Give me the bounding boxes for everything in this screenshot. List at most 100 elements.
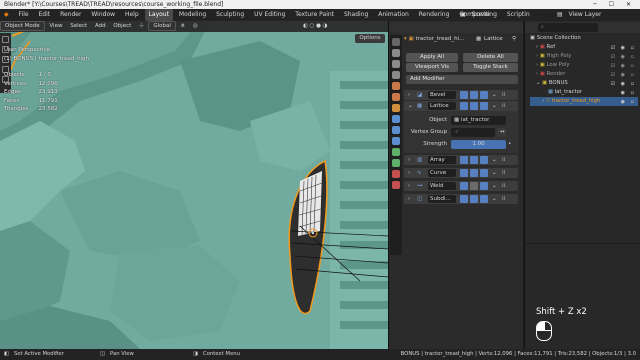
menu-edit[interactable]: Edit bbox=[35, 9, 55, 21]
snap-icon[interactable]: ⋔ bbox=[178, 21, 189, 32]
realtime-icon[interactable] bbox=[470, 156, 478, 164]
modifier-weld[interactable]: › ⊶ Weld ⌄ ⁞⁞ bbox=[404, 181, 518, 191]
toggle-stack-button[interactable]: Toggle Stack bbox=[463, 63, 518, 72]
outliner-item[interactable]: ⌄ ▣ BONUS ☑ ◉ ▫ bbox=[530, 79, 638, 88]
outliner-item[interactable]: ▦ lat_tractor ◉ ▫ bbox=[530, 88, 638, 97]
options-button[interactable]: Options bbox=[355, 34, 385, 43]
modifier-name[interactable]: Curve bbox=[428, 169, 456, 177]
drag-handle-icon[interactable]: ⁞⁞ bbox=[502, 155, 506, 165]
view-layer-tab-icon[interactable] bbox=[392, 71, 400, 79]
object-tab-icon[interactable] bbox=[392, 104, 400, 112]
tab-layout[interactable]: Layout bbox=[144, 9, 173, 21]
render-icon[interactable] bbox=[480, 102, 488, 110]
shading-modes[interactable]: ◐ ○ ● ◑ bbox=[300, 21, 330, 32]
outliner-item[interactable]: › ▣ Ref ☑ ◉ ▫ bbox=[530, 43, 638, 52]
outliner-item[interactable]: › ▣ Render ☑ ◉ ▫ bbox=[530, 70, 638, 79]
menu-render[interactable]: Render bbox=[56, 9, 85, 21]
constraints-tab-icon[interactable] bbox=[392, 148, 400, 156]
dropdown-icon[interactable]: ⌄ bbox=[492, 181, 497, 191]
lattice-object-field[interactable]: ▦ lat_tractor bbox=[451, 116, 506, 125]
tab-modeling[interactable]: Modeling bbox=[175, 9, 210, 21]
render-icon[interactable] bbox=[480, 91, 488, 99]
realtime-icon[interactable] bbox=[470, 102, 478, 110]
tab-texture-paint[interactable]: Texture Paint bbox=[291, 9, 338, 21]
proportional-edit-icon[interactable]: ◎ bbox=[190, 21, 201, 32]
edit-mode-icon[interactable] bbox=[460, 156, 468, 164]
physics-tab-icon[interactable] bbox=[392, 137, 400, 145]
strength-slider[interactable]: 1.00 bbox=[451, 140, 506, 149]
render-icon[interactable] bbox=[480, 169, 488, 177]
tab-sculpting[interactable]: Sculpting bbox=[212, 9, 248, 21]
expand-arrow-icon[interactable]: ⌄ bbox=[408, 101, 413, 111]
dropdown-icon[interactable]: ⌄ bbox=[492, 194, 497, 204]
scene-selector[interactable]: ▣ Scene bbox=[456, 9, 498, 21]
modifier-tab-icon[interactable] bbox=[392, 115, 400, 123]
outliner-item[interactable]: › ▣ High Poly ☑ ◉ ▫ bbox=[530, 52, 638, 61]
edit-mode-icon[interactable] bbox=[460, 102, 468, 110]
scene-tab-icon[interactable] bbox=[392, 82, 400, 90]
view-layer-selector[interactable]: ▤ View Layer bbox=[553, 9, 609, 21]
data-tab-icon[interactable] bbox=[392, 159, 400, 167]
viewport-menu-select[interactable]: Select bbox=[67, 21, 90, 32]
expand-arrow-icon[interactable]: › bbox=[408, 194, 410, 204]
render-tab-icon[interactable] bbox=[392, 49, 400, 57]
material-tab-icon[interactable] bbox=[392, 170, 400, 178]
select-tool-icon[interactable] bbox=[2, 36, 9, 43]
modifier-name[interactable]: Subdi... bbox=[428, 195, 456, 203]
pin-icon[interactable]: ⚲ bbox=[512, 34, 516, 44]
tab-scripting[interactable]: Scriptin bbox=[503, 9, 534, 21]
modifier-name[interactable]: Array bbox=[428, 156, 456, 164]
expand-arrow-icon[interactable]: › bbox=[408, 181, 410, 191]
render-icon[interactable] bbox=[480, 195, 488, 203]
modifier-target-name[interactable]: Lattice bbox=[484, 34, 503, 44]
outliner-item-selected[interactable]: › ▽ tractor_tread_high ◉ ▫ bbox=[530, 97, 638, 106]
texture-tab-icon[interactable] bbox=[392, 181, 400, 189]
modifier-subdivision[interactable]: › ◫ Subdi... ⌄ ⁞⁞ bbox=[404, 194, 518, 204]
particles-tab-icon[interactable] bbox=[392, 126, 400, 134]
viewport-menu-add[interactable]: Add bbox=[92, 21, 109, 32]
tab-rendering[interactable]: Rendering bbox=[415, 9, 454, 21]
edit-mode-icon[interactable] bbox=[460, 195, 468, 203]
drag-handle-icon[interactable]: ⁞⁞ bbox=[502, 194, 506, 204]
keyframe-dot-icon[interactable]: • bbox=[508, 140, 511, 149]
delete-all-button[interactable]: Delete All bbox=[463, 53, 518, 62]
tab-uv-editing[interactable]: UV Editing bbox=[250, 9, 289, 21]
drag-handle-icon[interactable]: ⁞⁞ bbox=[502, 90, 506, 100]
menu-file[interactable]: File bbox=[15, 9, 33, 21]
viewport-menu-view[interactable]: View bbox=[46, 21, 65, 32]
outliner-search-input[interactable]: ⌕ bbox=[538, 23, 598, 32]
mode-dropdown[interactable]: Object Mode bbox=[0, 21, 45, 31]
outliner-item[interactable]: › ▣ Low Poly ☑ ◉ ▫ bbox=[530, 61, 638, 70]
vertex-group-field[interactable]: ⁘ bbox=[451, 128, 495, 137]
menu-help[interactable]: Help bbox=[121, 9, 143, 21]
blender-logo-icon[interactable]: ◆ bbox=[0, 9, 13, 21]
menu-window[interactable]: Window bbox=[87, 9, 119, 21]
dropdown-icon[interactable]: ⌄ bbox=[492, 101, 497, 111]
dropdown-icon[interactable]: ⌄ bbox=[492, 168, 497, 178]
dropdown-icon[interactable]: ⌄ bbox=[492, 155, 497, 165]
tab-shading[interactable]: Shading bbox=[340, 9, 372, 21]
dropdown-icon[interactable]: ⌄ bbox=[492, 90, 497, 100]
render-icon[interactable] bbox=[480, 182, 488, 190]
render-icon[interactable] bbox=[480, 156, 488, 164]
world-tab-icon[interactable] bbox=[392, 93, 400, 101]
modifier-array[interactable]: › ▥ Array ⌄ ⁞⁞ bbox=[404, 155, 518, 165]
edit-mode-icon[interactable] bbox=[460, 169, 468, 177]
realtime-icon[interactable] bbox=[470, 91, 478, 99]
object-name-field[interactable]: tractor_tread_hi... bbox=[415, 36, 464, 42]
add-modifier-button[interactable]: Add Modifier bbox=[406, 75, 518, 84]
realtime-icon[interactable] bbox=[470, 169, 478, 177]
modifier-name[interactable]: Lattice bbox=[428, 102, 456, 110]
window-controls[interactable]: ─ ☐ ✕ bbox=[593, 0, 636, 9]
realtime-icon[interactable] bbox=[470, 182, 478, 190]
expand-arrow-icon[interactable]: › bbox=[408, 168, 410, 178]
orientation-icon[interactable]: ⊹ bbox=[136, 21, 147, 32]
viewport-menu-object[interactable]: Object bbox=[110, 21, 134, 32]
viewport-vis-button[interactable]: Viewport Vis bbox=[406, 63, 458, 72]
visibility-toggles[interactable]: ◉ ▫ bbox=[621, 98, 636, 107]
realtime-icon[interactable] bbox=[470, 195, 478, 203]
output-tab-icon[interactable] bbox=[392, 60, 400, 68]
drag-handle-icon[interactable]: ⁞⁞ bbox=[502, 181, 506, 191]
expand-arrow-icon[interactable]: › bbox=[408, 90, 410, 100]
modifier-bevel[interactable]: › ◪ Bevel ⌄ ⁞⁞ bbox=[404, 90, 518, 100]
